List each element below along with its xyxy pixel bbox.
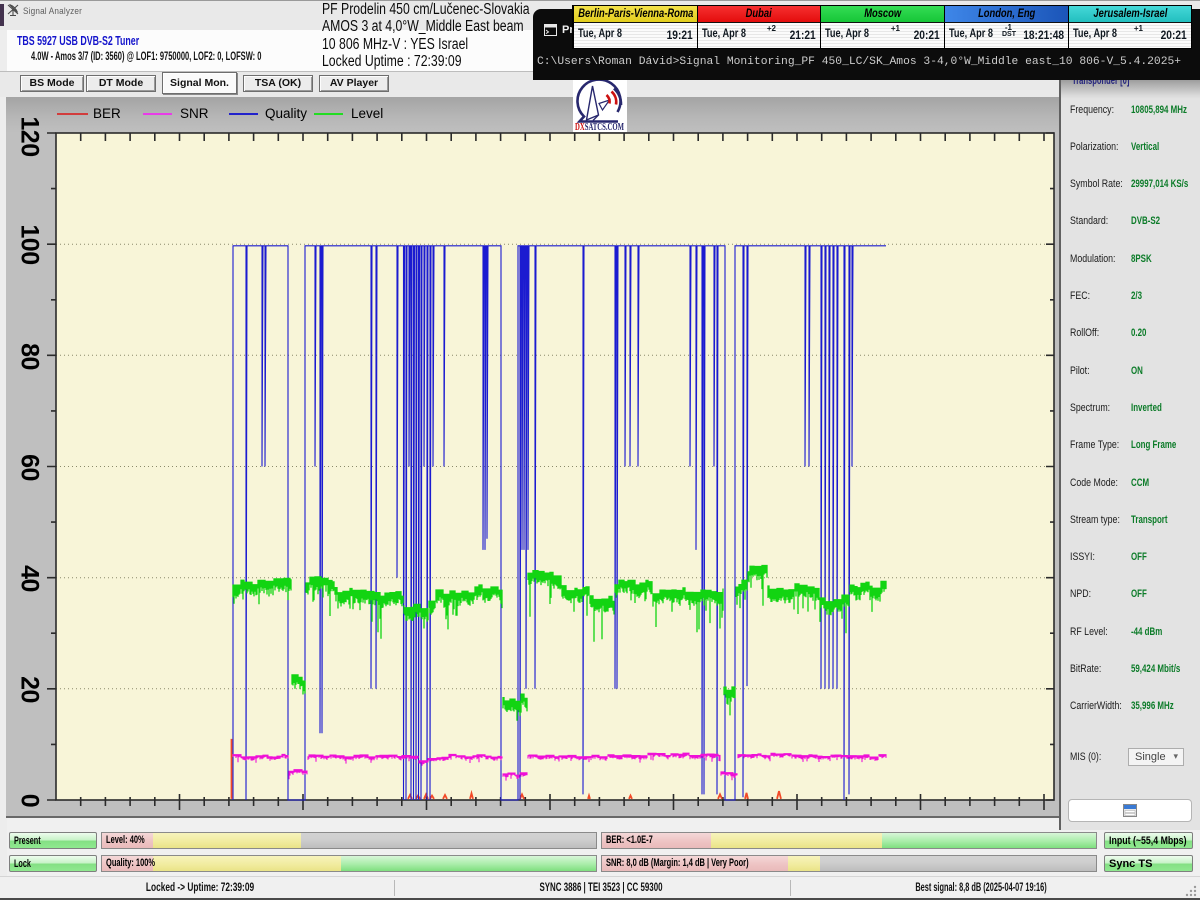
- svg-text:DXSATCS.COM: DXSATCS.COM: [575, 122, 624, 132]
